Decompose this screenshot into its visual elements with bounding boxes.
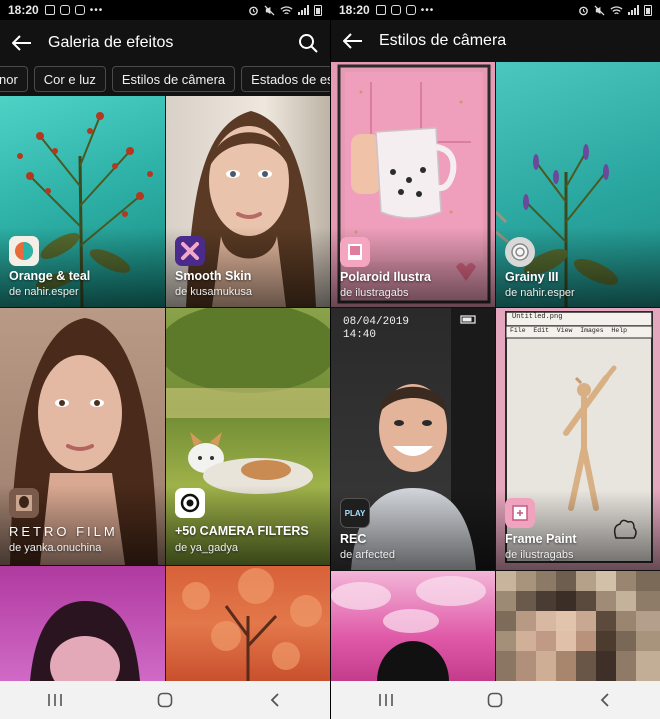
effect-author: de nahir.esper	[505, 287, 575, 299]
back-arrow-icon	[343, 33, 362, 49]
battery-icon	[314, 4, 322, 16]
signal-icon	[298, 5, 309, 15]
smooth-skin-icon	[175, 236, 205, 266]
effect-name: +50 CAMERA FILTERS	[175, 524, 309, 538]
frame-window-menu: File Edit View Images Help	[510, 327, 628, 334]
tab-estilos-de-camera[interactable]: Estilos de câmera	[111, 66, 236, 92]
category-tabs: nor Cor e luz Estilos de câmera Estados …	[0, 66, 330, 96]
rec-overlay: 08/04/2019 14:40	[343, 316, 409, 342]
status-time: 18:20	[339, 3, 370, 17]
effect-name: Grainy III	[505, 270, 559, 284]
system-back-icon	[600, 693, 609, 707]
system-nav-bar	[0, 681, 330, 719]
tab-estados-de-espirito[interactable]: Estados de espírit	[241, 66, 330, 92]
autumn-tree-image	[182, 568, 322, 681]
orange-teal-icon	[9, 236, 39, 266]
back-button[interactable]	[10, 31, 34, 55]
effect-tile[interactable]: Smooth Skin de kusamukusa	[166, 96, 330, 307]
tab-cor-e-luz[interactable]: Cor e luz	[33, 66, 106, 92]
pink-sky-image	[331, 576, 486, 681]
home-button[interactable]	[475, 685, 515, 715]
effect-tile[interactable]	[0, 566, 165, 681]
instagram-icon	[390, 5, 401, 15]
effect-name: RETRO FILM	[9, 524, 118, 539]
effect-author: de ilustragabs	[340, 287, 409, 299]
recent-apps-button[interactable]	[35, 685, 75, 715]
effects-gallery-screen: 18:20 ••• Galeria de efeitos nor Cor e l…	[0, 0, 330, 719]
wifi-icon	[610, 5, 623, 14]
alarm-icon	[579, 6, 588, 15]
frame-paint-icon	[505, 498, 535, 528]
page-title: Estilos de câmera	[379, 32, 507, 49]
more-dots-icon: •••	[89, 4, 104, 16]
effect-tile[interactable]: Grainy III de nahir.esper	[496, 62, 660, 307]
system-back-button[interactable]	[255, 685, 295, 715]
retro-film-icon	[9, 488, 39, 518]
effect-author: de kusamukusa	[175, 286, 253, 298]
effect-tile[interactable]: Untitled.png File Edit View Images Help …	[496, 308, 660, 570]
signal-icon	[628, 5, 639, 15]
effect-author: de nahir.esper	[9, 286, 79, 298]
portrait-image	[30, 601, 140, 681]
effect-author: de ilustragabs	[505, 549, 574, 561]
effect-tile[interactable]: +50 CAMERA FILTERS de ya_gadya	[166, 308, 330, 565]
recent-apps-icon	[48, 694, 62, 706]
mute-icon	[264, 4, 275, 16]
top-app-bar: Estilos de câmera	[331, 20, 660, 62]
notification-icon	[44, 5, 55, 15]
notification-icon	[375, 5, 386, 15]
status-bar: 18:20 •••	[0, 0, 330, 20]
search-icon	[299, 34, 318, 53]
effect-tile[interactable]	[166, 566, 330, 681]
home-button[interactable]	[145, 685, 185, 715]
home-icon	[157, 692, 173, 708]
back-arrow-icon	[12, 35, 31, 51]
home-icon	[488, 692, 503, 708]
instagram-icon	[59, 5, 70, 15]
wifi-icon	[280, 5, 293, 14]
mute-icon	[594, 4, 605, 16]
system-back-icon	[270, 693, 279, 707]
effect-tile[interactable]: Orange & teal de nahir.esper	[0, 96, 165, 307]
recent-apps-icon	[379, 694, 393, 706]
effect-tile[interactable]	[496, 571, 660, 681]
instagram-icon	[74, 5, 85, 15]
effect-name: Polaroid Ilustra	[340, 270, 431, 284]
effect-author: de arfected	[340, 549, 396, 561]
tab-humor[interactable]: nor	[0, 66, 28, 92]
rec-overlay-time: 14:40	[343, 329, 377, 341]
system-back-button[interactable]	[585, 685, 625, 715]
instagram-icon	[405, 5, 416, 15]
screens: 18:20 ••• Galeria de efeitos nor Cor e l…	[0, 0, 660, 719]
effect-tile[interactable]	[331, 571, 495, 681]
camera-filters-icon	[175, 488, 205, 518]
polaroid-icon	[340, 237, 370, 267]
rec-overlay-date: 08/04/2019	[343, 316, 410, 328]
battery-icon	[644, 4, 652, 16]
effect-tile[interactable]: Polaroid Ilustra de ilustragabs	[331, 62, 495, 307]
system-nav-bar	[331, 681, 660, 719]
status-time: 18:20	[8, 3, 39, 17]
effect-tile[interactable]: 08/04/2019 14:40 PLAY REC de arfected	[331, 308, 495, 570]
more-dots-icon: •••	[420, 4, 435, 16]
top-app-bar: Galeria de efeitos	[0, 20, 330, 66]
pixelated-image	[496, 571, 660, 681]
effect-name: REC	[340, 532, 367, 546]
alarm-icon	[249, 6, 258, 15]
recent-apps-button[interactable]	[366, 685, 406, 715]
effect-name: Smooth Skin	[175, 269, 252, 283]
page-title: Galeria de efeitos	[48, 34, 174, 51]
status-bar: 18:20 •••	[331, 0, 660, 20]
grainy-icon	[505, 237, 535, 267]
effect-author: de ya_gadya	[175, 542, 238, 554]
back-button[interactable]	[341, 29, 365, 53]
effect-name: Frame Paint	[505, 532, 577, 546]
effect-author: de yanka.onuchina	[9, 542, 102, 554]
rec-play-icon: PLAY	[340, 498, 370, 528]
effect-name: Orange & teal	[9, 269, 91, 283]
frame-window-title: Untitled.png	[512, 313, 563, 321]
effect-tile[interactable]: RETRO FILM de yanka.onuchina	[0, 308, 165, 565]
search-button[interactable]	[296, 31, 320, 55]
camera-styles-screen: 18:20 ••• Estilos de câmera Polaroid Ilu…	[331, 0, 660, 719]
